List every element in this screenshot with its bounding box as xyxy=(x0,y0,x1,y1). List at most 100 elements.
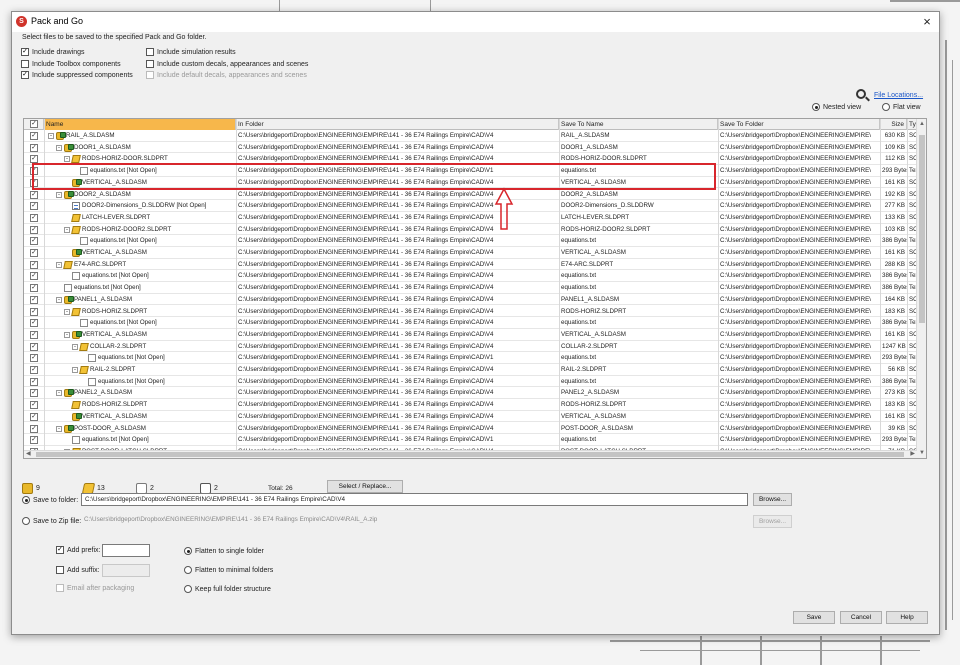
save-to-name-cell[interactable]: RODS-HORIZ.SLDPRT xyxy=(559,306,718,317)
tree-toggle-icon[interactable]: - xyxy=(48,133,54,139)
flat-view-radio[interactable]: Flat view xyxy=(882,103,921,111)
column-header-save-to-name[interactable]: Save To Name xyxy=(559,119,718,130)
include-simulation-results-checkbox[interactable]: Include simulation results xyxy=(146,48,236,56)
save-to-zip-radio[interactable]: Save to Zip file: xyxy=(22,517,81,525)
prefix-input[interactable] xyxy=(102,544,150,557)
row-checkbox[interactable]: ✓ xyxy=(30,424,38,433)
select-replace-button[interactable]: Select / Replace... xyxy=(327,480,403,493)
search-icon[interactable] xyxy=(856,89,866,99)
flatten-single-folder-radio[interactable]: Flatten to single folder xyxy=(184,547,264,555)
row-checkbox[interactable]: ✓ xyxy=(30,342,38,351)
tree-toggle-icon[interactable]: - xyxy=(56,296,62,303)
checkbox-box[interactable] xyxy=(146,60,154,68)
radio-dot[interactable] xyxy=(184,566,192,574)
save-to-name-cell[interactable]: LATCH-LEVER.SLDPRT xyxy=(559,212,718,223)
save-to-folder-radio[interactable]: Save to folder: xyxy=(22,496,78,504)
table-row[interactable]: ✓ LATCH-LEVER.SLDPRT C:\Users\bridgeport\D… xyxy=(24,212,917,224)
save-to-name-cell[interactable]: PANEL1_A.SLDASM xyxy=(559,294,718,305)
checkbox-box[interactable]: ✓ xyxy=(56,546,64,554)
include-custom-decals-checkbox[interactable]: Include custom decals, appearances and s… xyxy=(146,60,308,68)
table-row[interactable]: ✓ equations.txt [Not Open] C:\Users\bridge… xyxy=(24,376,917,388)
scroll-right-icon[interactable]: ▶ xyxy=(910,451,915,458)
keep-folder-structure-radio[interactable]: Keep full folder structure xyxy=(184,585,271,593)
tree-toggle-icon[interactable]: - xyxy=(56,425,62,432)
save-to-name-cell[interactable]: RAIL-2.SLDPRT xyxy=(559,364,718,375)
table-row[interactable]: ✓ equations.txt [Not Open] C:\Users\bridge… xyxy=(24,270,917,283)
checkbox-box[interactable]: ✓ xyxy=(21,48,29,56)
table-row[interactable]: ✓ VERTICAL_A.SLDASM C:\Users\bridgeport\Dr… xyxy=(24,247,917,259)
row-checkbox[interactable]: ✓ xyxy=(30,401,38,410)
row-checkbox[interactable]: ✓ xyxy=(30,260,38,269)
tree-toggle-icon[interactable]: - xyxy=(72,343,78,350)
save-to-name-cell[interactable]: equations.txt xyxy=(559,317,718,328)
row-checkbox[interactable]: ✓ xyxy=(30,213,38,222)
vertical-scrollbar[interactable]: ▲ ▼ xyxy=(916,119,926,458)
horizontal-scrollbar[interactable]: ◀ ▶ xyxy=(24,450,917,458)
row-checkbox[interactable]: ✓ xyxy=(30,319,38,328)
tree-toggle-icon[interactable]: - xyxy=(72,367,78,373)
file-locations-link[interactable]: File Locations... xyxy=(874,92,923,99)
checkbox-box[interactable]: ✓ xyxy=(21,71,29,79)
select-all-header[interactable]: ✓ xyxy=(24,119,44,130)
column-header-in-folder[interactable]: In Folder xyxy=(236,119,559,130)
scroll-left-icon[interactable]: ◀ xyxy=(26,451,31,458)
row-checkbox[interactable]: ✓ xyxy=(30,190,38,199)
table-row[interactable]: ✓ equations.txt [Not Open] C:\Users\bridge… xyxy=(24,282,917,294)
tree-toggle-icon[interactable]: - xyxy=(56,191,62,198)
radio-dot[interactable] xyxy=(812,103,820,111)
row-checkbox[interactable]: ✓ xyxy=(30,330,38,339)
table-row[interactable]: ✓ equations.txt [Not Open] C:\Users\bridge… xyxy=(24,352,917,364)
table-row[interactable]: ✓ - RAIL-2.SLDPRT C:\Users\bridgeport\Dropb… xyxy=(24,364,917,376)
table-row[interactable]: ✓ equations.txt [Not Open] C:\Users\bridge… xyxy=(24,235,917,247)
tree-toggle-icon[interactable]: - xyxy=(56,261,62,268)
table-row[interactable]: ✓ - RAIL_A.SLDASM C:\Users\bridgeport\Dropb… xyxy=(24,130,917,142)
save-to-name-cell[interactable]: equations.txt xyxy=(559,434,718,445)
scroll-down-icon[interactable]: ▼ xyxy=(918,449,926,457)
browse-folder-button[interactable]: Browse... xyxy=(753,493,792,506)
save-to-name-cell[interactable]: PANEL2_A.SLDASM xyxy=(559,387,718,398)
row-checkbox[interactable]: ✓ xyxy=(30,295,38,304)
table-row[interactable]: ✓ - RODS-HORIZ.SLDPRT C:\Users\bridgeport\D… xyxy=(24,306,917,318)
save-to-name-cell[interactable]: VERTICAL_A.SLDASM xyxy=(559,411,718,422)
row-checkbox[interactable]: ✓ xyxy=(30,272,38,281)
table-row[interactable]: ✓ - PANEL1_A.SLDASM C:\Users\bridgeport\Dro… xyxy=(24,294,917,306)
row-checkbox[interactable]: ✓ xyxy=(30,225,38,234)
row-checkbox[interactable]: ✓ xyxy=(30,412,38,421)
cancel-button[interactable]: Cancel xyxy=(840,611,882,624)
tree-toggle-icon[interactable]: - xyxy=(64,331,70,338)
save-to-name-cell[interactable]: DOOR2_A.SLDASM xyxy=(559,189,718,200)
table-row[interactable]: ✓ - RODS-HORIZ-DOOR2.SLDPRT C:\Users\bridge… xyxy=(24,224,917,236)
table-row[interactable]: ✓ - E74-ARC.SLDPRT C:\Users\bridgeport\Drop… xyxy=(24,259,917,271)
table-row[interactable]: ✓ DOOR2-Dimensions_D.SLDDRW [Not Open] C:\… xyxy=(24,200,917,212)
nested-view-radio[interactable]: Nested view xyxy=(812,103,861,111)
save-to-name-cell[interactable]: VERTICAL_A.SLDASM xyxy=(559,329,718,340)
save-folder-path-field[interactable]: C:\Users\bridgeport\Dropbox\ENGINEERING\… xyxy=(81,493,748,506)
scroll-up-icon[interactable]: ▲ xyxy=(918,120,926,128)
table-row[interactable]: ✓ - COLLAR-2.SLDPRT C:\Users\bridgeport\Dro… xyxy=(24,341,917,353)
row-checkbox[interactable]: ✓ xyxy=(30,249,38,257)
radio-dot[interactable] xyxy=(22,496,30,504)
column-header-save-to-folder[interactable]: Save To Folder xyxy=(718,119,880,130)
tree-toggle-icon[interactable]: - xyxy=(56,144,62,151)
checkbox-box[interactable] xyxy=(146,48,154,56)
row-checkbox[interactable]: ✓ xyxy=(30,284,38,293)
add-suffix-checkbox[interactable]: Add suffix: xyxy=(56,566,100,574)
save-button[interactable]: Save xyxy=(793,611,835,624)
save-to-name-cell[interactable]: VERTICAL_A.SLDASM xyxy=(559,247,718,258)
row-checkbox[interactable]: ✓ xyxy=(30,307,38,316)
row-checkbox[interactable]: ✓ xyxy=(30,377,38,386)
column-header-name[interactable]: Name xyxy=(44,119,236,130)
save-to-name-cell[interactable]: COLLAR-2.SLDPRT xyxy=(559,341,718,352)
radio-dot[interactable] xyxy=(882,103,890,111)
save-to-name-cell[interactable]: POST-DOOR_A.SLDASM xyxy=(559,423,718,434)
scroll-thumb[interactable] xyxy=(919,135,925,323)
checkbox-box[interactable] xyxy=(21,60,29,68)
save-to-name-cell[interactable]: E74-ARC.SLDPRT xyxy=(559,259,718,270)
tree-toggle-icon[interactable]: - xyxy=(64,156,70,163)
table-row[interactable]: ✓ - DOOR1_A.SLDASM C:\Users\bridgeport\Drop… xyxy=(24,142,917,154)
row-checkbox[interactable]: ✓ xyxy=(30,354,38,363)
row-checkbox[interactable]: ✓ xyxy=(30,237,38,246)
radio-dot[interactable] xyxy=(184,547,192,555)
save-to-name-cell[interactable]: DOOR2-Dimensions_D.SLDDRW xyxy=(559,200,718,211)
table-row[interactable]: ✓ - PANEL2_A.SLDASM C:\Users\bridgeport\Dro… xyxy=(24,387,917,400)
